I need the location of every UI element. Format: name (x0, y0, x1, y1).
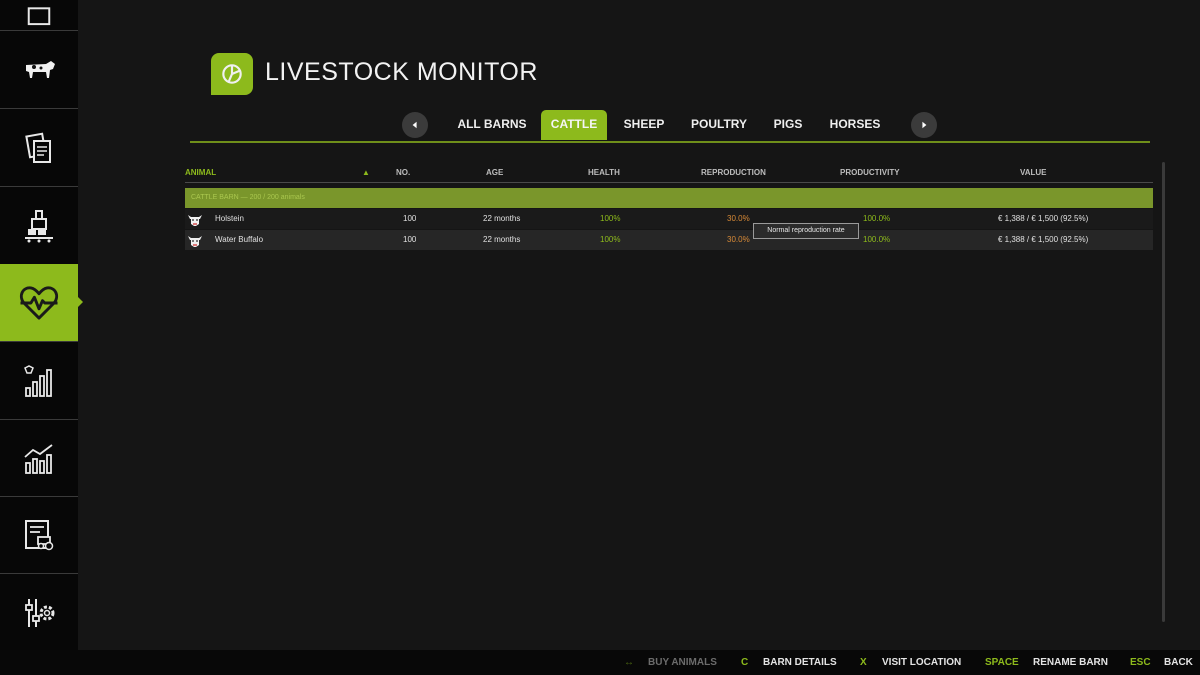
buy-animals-key-hint: ↔ (624, 657, 634, 668)
animal-health: 100% (600, 214, 621, 223)
settings-icon (25, 598, 55, 627)
visit-location-button[interactable]: VISIT LOCATION (882, 650, 961, 675)
rename-barn-button[interactable]: RENAME BARN (1033, 650, 1108, 675)
arrow-left-icon (412, 121, 417, 129)
animal-productivity: 100.0% (863, 235, 891, 244)
animal-age: 22 months (483, 235, 521, 244)
sidebar-item-vehicles[interactable] (0, 496, 78, 574)
table-scrollbar[interactable] (1162, 162, 1165, 622)
tab-sheep[interactable]: SHEEP (614, 110, 674, 140)
tab-poultry[interactable]: POULTRY (684, 110, 754, 140)
animal-count: 100 (403, 214, 417, 223)
sidebar-item-prices[interactable] (0, 342, 78, 420)
animal-reproduction: 30.0% (727, 235, 750, 244)
prices-chart-icon (24, 364, 52, 397)
animal-reproduction: 30.0% (727, 214, 750, 223)
table-row[interactable]: Holstein 100 22 months 100% 30.0% 100.0%… (185, 209, 1153, 229)
header-divider (185, 182, 1153, 183)
sidebar-item-production[interactable] (0, 187, 78, 265)
column-header-number[interactable]: NO. (396, 168, 410, 177)
tab-pigs[interactable]: PIGS (764, 110, 812, 140)
column-header-health[interactable]: HEALTH (588, 168, 620, 177)
animal-age: 22 months (483, 214, 521, 223)
previous-tab-button[interactable] (402, 112, 428, 138)
livestock-monitor-logo-icon (211, 53, 253, 95)
map-icon (27, 6, 51, 25)
animal-count: 100 (403, 235, 417, 244)
sidebar-item-livestock-monitor[interactable] (0, 264, 83, 342)
column-header-value[interactable]: VALUE (1020, 168, 1047, 177)
animal-name: Holstein (215, 214, 244, 223)
column-header-reproduction[interactable]: REPRODUCTION (701, 168, 766, 177)
barn-details-button[interactable]: BARN DETAILS (763, 650, 837, 675)
sidebar (0, 0, 83, 652)
animal-name: Water Buffalo (215, 235, 264, 244)
statistics-chart-icon (24, 443, 53, 474)
table-row[interactable]: Water Buffalo 100 22 months 100% 30.0% 1… (185, 230, 1153, 250)
arrow-right-icon (922, 121, 927, 129)
tab-horses[interactable]: HORSES (822, 110, 888, 140)
animal-health: 100% (600, 235, 621, 244)
animal-productivity: 100.0% (863, 214, 891, 223)
animal-value: € 1,388 / € 1,500 (92.5%) (998, 235, 1089, 244)
next-tab-button[interactable] (911, 112, 937, 138)
tab-all-barns[interactable]: ALL BARNS (450, 110, 534, 140)
contracts-icon (25, 132, 51, 163)
back-key-hint: ESC (1130, 657, 1151, 668)
cow-head-icon (188, 215, 202, 226)
sidebar-item-statistics[interactable] (0, 419, 78, 497)
rename-barn-key-hint: SPACE (985, 657, 1019, 668)
vehicle-list-icon (25, 519, 54, 550)
cow-icon (26, 60, 55, 78)
column-header-animal[interactable]: ANIMAL (185, 168, 216, 177)
sidebar-item-contracts[interactable] (0, 109, 78, 187)
cow-head-icon (188, 236, 202, 247)
column-header-productivity[interactable]: PRODUCTIVITY (840, 168, 900, 177)
sort-ascending-icon[interactable]: ▲ (362, 168, 370, 177)
barn-type-tabs: ALL BARNS CATTLE SHEEP POULTRY PIGS HORS… (400, 110, 940, 140)
visit-location-key-hint: X (860, 657, 867, 668)
tab-cattle[interactable]: CATTLE (541, 110, 607, 140)
barn-group-row[interactable]: CATTLE BARN — 200 / 200 animals (185, 188, 1153, 208)
animal-value: € 1,388 / € 1,500 (92.5%) (998, 214, 1089, 223)
heartbeat-icon (20, 285, 58, 320)
sidebar-item-animals[interactable] (0, 31, 78, 109)
back-button[interactable]: BACK (1164, 650, 1193, 675)
sidebar-item-settings[interactable] (0, 574, 78, 652)
buy-animals-button[interactable]: BUY ANIMALS (648, 650, 717, 675)
page-title: LIVESTOCK MONITOR (265, 58, 538, 86)
reproduction-tooltip: Normal reproduction rate (753, 223, 859, 239)
barn-group-label: CATTLE BARN — 200 / 200 animals (191, 194, 305, 201)
action-bar: ↔ BUY ANIMALS C BARN DETAILS X VISIT LOC… (0, 650, 1200, 675)
sidebar-item-map[interactable] (0, 0, 78, 31)
barn-details-key-hint: C (741, 657, 749, 668)
tab-divider (190, 141, 1150, 143)
production-icon (25, 209, 53, 242)
column-header-age[interactable]: AGE (486, 168, 503, 177)
